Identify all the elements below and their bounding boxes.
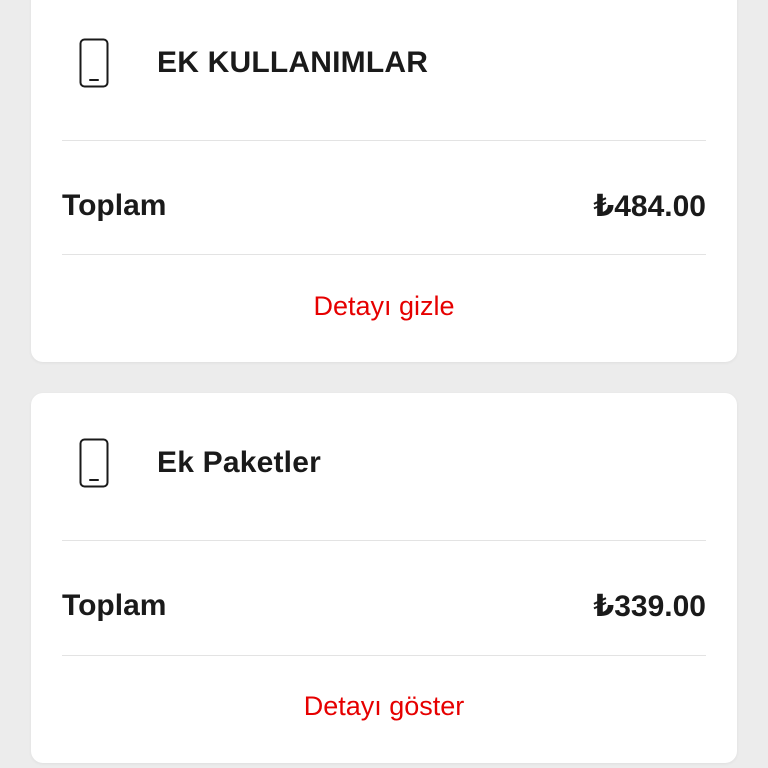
divider [62,540,706,541]
card-title: Ek Paketler [157,446,321,479]
total-amount: ₺484.00 [593,189,706,223]
screen: EK KULLANIMLAR Toplam ₺484.00 Detayı giz… [0,0,768,768]
divider [62,655,706,656]
total-amount: ₺339.00 [593,589,706,623]
show-details-link[interactable]: Detayı göster [31,691,737,722]
extra-packages-card: Ek Paketler Toplam ₺339.00 Detayı göster [31,393,737,763]
total-row: Toplam ₺339.00 [62,581,706,631]
divider [62,254,706,255]
hide-details-link[interactable]: Detayı gizle [31,291,737,322]
mobile-phone-icon [79,38,109,88]
card-title: EK KULLANIMLAR [157,46,429,79]
card-header: Ek Paketler [31,433,737,493]
mobile-phone-icon [79,438,109,488]
extra-usage-card: EK KULLANIMLAR Toplam ₺484.00 Detayı giz… [31,0,737,362]
card-header: EK KULLANIMLAR [31,33,737,93]
total-label: Toplam [62,589,167,622]
total-label: Toplam [62,189,167,222]
total-row: Toplam ₺484.00 [62,181,706,231]
divider [62,140,706,141]
